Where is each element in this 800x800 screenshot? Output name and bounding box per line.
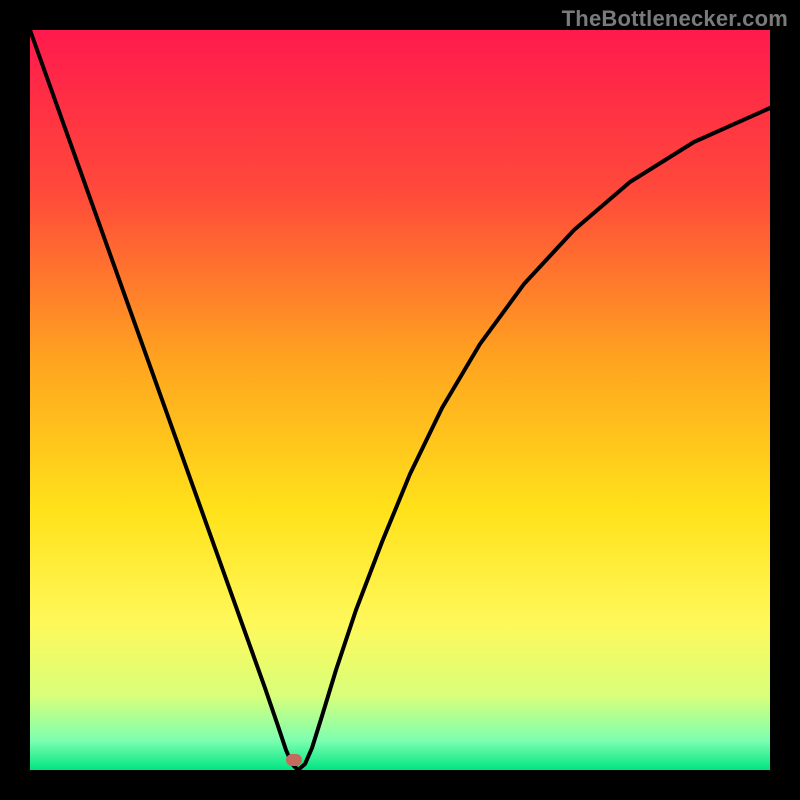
plot-area (30, 30, 770, 770)
bottleneck-curve (30, 30, 770, 770)
watermark-label: TheBottlenecker.com (562, 6, 788, 32)
optimal-point-marker (286, 754, 302, 766)
chart-stage: TheBottlenecker.com (0, 0, 800, 800)
